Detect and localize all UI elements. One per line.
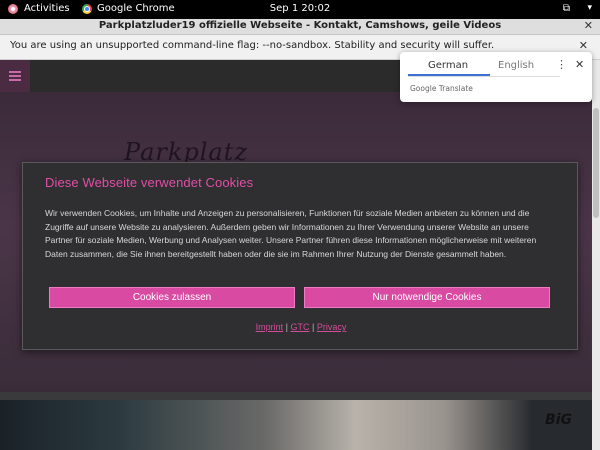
hamburger-line [9, 79, 21, 81]
more-options-icon[interactable]: ⋮ [556, 58, 567, 71]
google-translate-brand: Google Translate [410, 84, 473, 93]
translate-close-button[interactable]: ✕ [575, 58, 584, 71]
privacy-link[interactable]: Privacy [317, 322, 347, 332]
accept-cookies-button[interactable]: Cookies zulassen [49, 287, 295, 308]
tab-target-language[interactable]: English [498, 60, 534, 71]
hamburger-line [9, 71, 21, 73]
hamburger-line [9, 75, 21, 77]
cookie-links: Imprint | GTC | Privacy [23, 322, 579, 332]
link-separator: | [285, 322, 288, 332]
system-top-bar: Activities Google Chrome Sep 1 20:02 ⧉ ▾ [0, 0, 600, 19]
big-badge-logo: BiG [545, 412, 572, 428]
cookie-heading: Diese Webseite verwendet Cookies [45, 175, 254, 190]
cookie-consent-dialog: Diese Webseite verwendet Cookies Wir ver… [22, 162, 578, 350]
window-titlebar: Parkplatzluder19 offizielle Webseite - K… [0, 19, 600, 35]
cookie-body-text: Wir verwenden Cookies, um Inhalte und An… [45, 208, 537, 259]
page-scrollbar[interactable] [592, 60, 600, 450]
hamburger-menu-button[interactable] [0, 60, 30, 92]
imprint-link[interactable]: Imprint [256, 322, 284, 332]
chevron-down-icon[interactable]: ▾ [587, 3, 592, 13]
gtc-link[interactable]: GTC [291, 322, 310, 332]
link-separator: | [312, 322, 315, 332]
network-icon[interactable]: ⧉ [563, 3, 570, 14]
clock[interactable]: Sep 1 20:02 [0, 3, 600, 14]
translate-popup: German English ⋮ ✕ Google Translate [400, 52, 592, 102]
infobar-message: You are using an unsupported command-lin… [10, 40, 495, 51]
necessary-cookies-button[interactable]: Nur notwendige Cookies [304, 287, 550, 308]
tab-source-language[interactable]: German [428, 60, 468, 71]
infobar-close-button[interactable]: ✕ [579, 39, 588, 52]
window-title: Parkplatzluder19 offizielle Webseite - K… [98, 20, 502, 31]
window-close-button[interactable]: ✕ [584, 19, 593, 32]
active-tab-indicator [408, 74, 490, 76]
tab-divider [408, 76, 560, 77]
hero-photo [0, 400, 592, 450]
scrollbar-thumb[interactable] [593, 108, 599, 218]
